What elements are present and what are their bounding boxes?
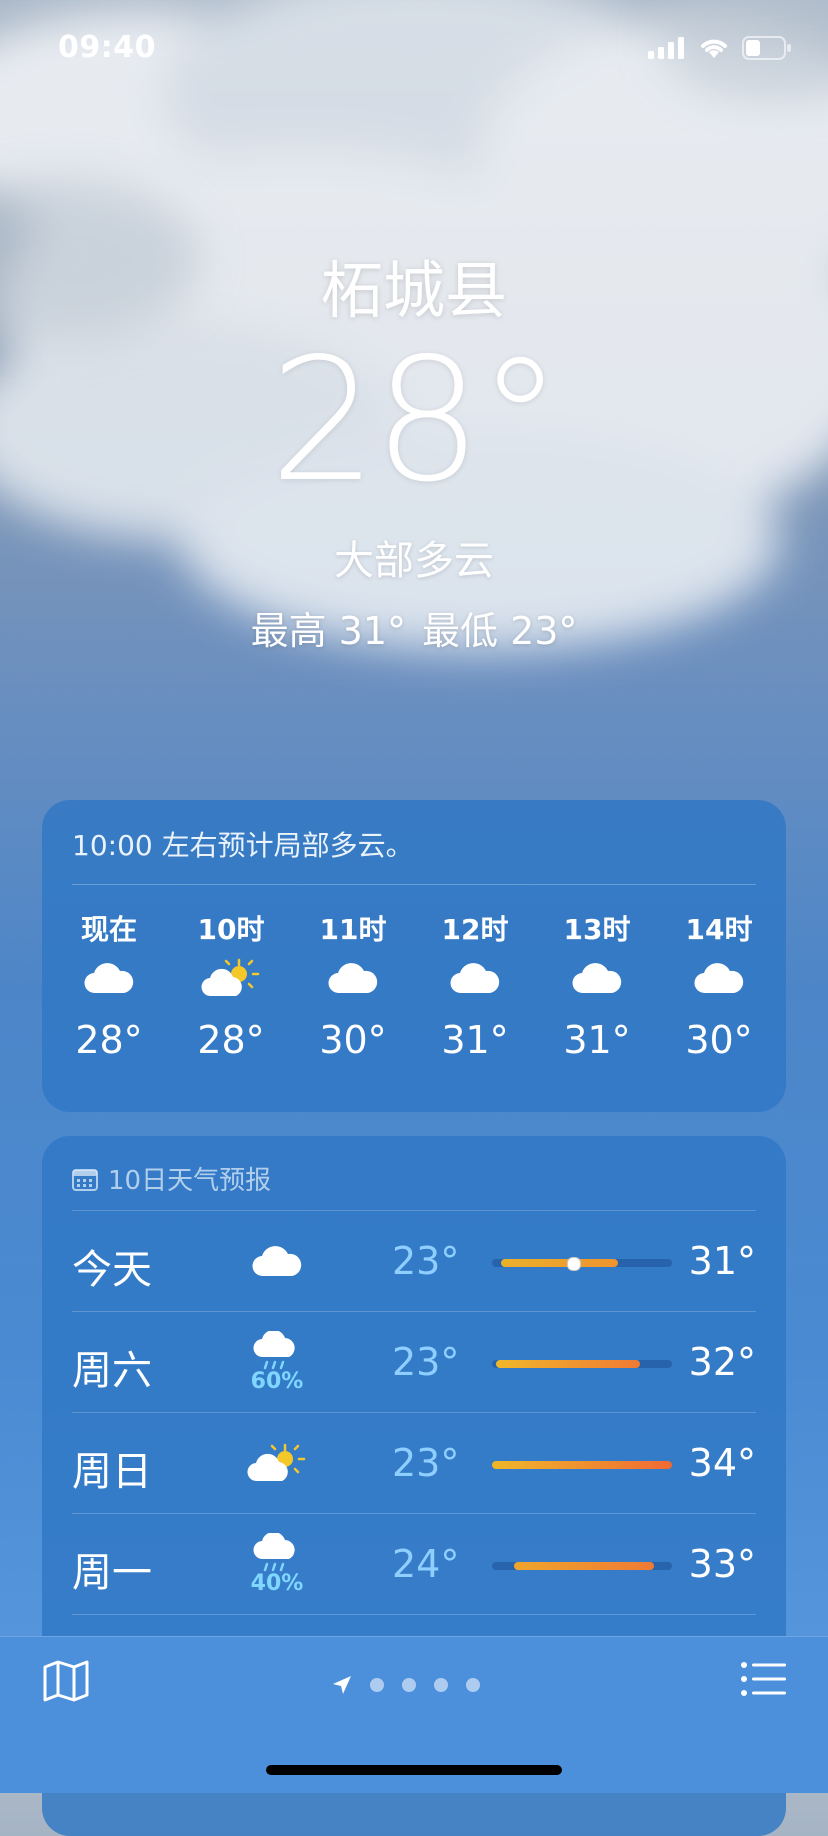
partly-sunny-icon <box>176 948 286 1008</box>
hour-label: 13时 <box>563 913 631 946</box>
status-bar: 09:40 <box>0 30 828 70</box>
day-high-temp: 33° <box>688 1542 756 1586</box>
hour-temp: 28° <box>75 1018 143 1062</box>
hour-label: 11时 <box>319 913 387 946</box>
home-indicator[interactable] <box>266 1765 562 1775</box>
divider <box>72 884 756 885</box>
partly-sunny-icon <box>242 1421 312 1505</box>
hour-temp: 31° <box>563 1018 631 1062</box>
cloud-icon <box>54 948 164 1008</box>
battery-icon <box>742 36 791 60</box>
day-low-temp: 24° <box>392 1542 460 1586</box>
temp-range-bar <box>492 1257 672 1271</box>
map-button[interactable] <box>42 1659 90 1707</box>
hour-label: 12时 <box>441 913 509 946</box>
daily-row[interactable]: 今天 23° 31° <box>72 1210 756 1311</box>
cloud-icon <box>542 948 652 1008</box>
day-low-temp: 23° <box>392 1340 460 1384</box>
status-time: 09:40 <box>58 30 156 65</box>
day-name: 周日 <box>72 1449 152 1495</box>
current-condition: 大部多云 <box>334 538 494 584</box>
hourly-list[interactable]: 现在 28° 10时 28° 11时 30° 12时 31° 13时 31° 14时 30° <box>42 908 786 1062</box>
hour-temp: 28° <box>197 1018 265 1062</box>
hourly-item: 11时 30° <box>298 908 408 1062</box>
daily-row[interactable]: 周一 40% 24° 33° <box>72 1513 756 1614</box>
day-low-temp: 23° <box>392 1239 460 1283</box>
current-weather: 柘城县 28° 大部多云 最高 31° 最低 23° <box>0 240 828 655</box>
hourly-item: 10时 28° <box>176 908 286 1062</box>
hourly-forecast-card[interactable]: 10:00 左右预计局部多云。 现在 28° 10时 28° 11时 30° 12时 31° 1… <box>42 800 786 1112</box>
day-low-temp: 23° <box>392 1441 460 1485</box>
city-list-button[interactable] <box>740 1659 786 1703</box>
hourly-item: 14时 30° <box>664 908 774 1062</box>
daily-forecast-title: 10日天气预报 <box>108 1166 272 1196</box>
day-name: 今天 <box>72 1247 152 1293</box>
cloud-icon <box>242 1219 312 1303</box>
cellular-signal-icon <box>648 37 684 59</box>
wifi-icon <box>701 39 727 58</box>
hour-temp: 30° <box>685 1018 753 1062</box>
page-dot[interactable] <box>466 1678 480 1692</box>
hourly-item: 13时 31° <box>542 908 652 1062</box>
high-temp: 最高 31° <box>250 609 406 653</box>
precip-chance: 40% <box>250 1570 304 1596</box>
location-arrow-icon <box>333 1676 351 1694</box>
cloud-icon <box>420 948 530 1008</box>
hour-temp: 30° <box>319 1018 387 1062</box>
list-icon <box>741 1662 786 1696</box>
page-indicator[interactable] <box>332 1675 480 1695</box>
hour-temp: 31° <box>441 1018 509 1062</box>
temp-range-bar <box>492 1360 672 1368</box>
temp-range-fill <box>501 1259 618 1267</box>
page-dot[interactable] <box>402 1678 416 1692</box>
day-high-temp: 34° <box>688 1441 756 1485</box>
current-temperature: 28° <box>269 322 562 520</box>
hour-label: 14时 <box>685 913 753 946</box>
rain-cloud-icon: 60% <box>242 1320 312 1404</box>
hourly-item: 12时 31° <box>420 908 530 1062</box>
daily-row[interactable]: 周日 23° 34° <box>72 1412 756 1513</box>
status-icons <box>648 36 792 60</box>
bottom-toolbar <box>0 1636 828 1793</box>
page-dot[interactable] <box>434 1678 448 1692</box>
map-icon <box>43 1660 89 1702</box>
rain-cloud-icon: 40% <box>242 1522 312 1606</box>
day-name: 周一 <box>72 1550 152 1596</box>
hour-label: 现在 <box>80 913 137 946</box>
temp-range-fill <box>496 1360 640 1368</box>
high-low-temps: 最高 31° 最低 23° <box>0 600 828 655</box>
low-temp: 最低 23° <box>422 609 578 653</box>
city-name: 柘城县 <box>320 254 507 327</box>
day-high-temp: 32° <box>688 1340 756 1384</box>
hourly-item: 现在 28° <box>54 908 164 1062</box>
cloud-icon <box>298 948 408 1008</box>
day-name: 周六 <box>72 1348 152 1394</box>
page-dot[interactable] <box>370 1678 384 1692</box>
temp-range-bar <box>492 1461 672 1469</box>
daily-row[interactable]: 周六 60% 23° 32° <box>72 1311 756 1412</box>
daily-forecast-header: 10日天气预报 <box>72 1160 271 1197</box>
temp-range-bar <box>492 1562 672 1570</box>
temp-range-fill <box>492 1461 672 1469</box>
hour-label: 10时 <box>197 913 265 946</box>
current-temp-marker <box>567 1257 581 1271</box>
calendar-icon <box>72 1168 98 1191</box>
day-high-temp: 31° <box>688 1239 756 1283</box>
temp-range-fill <box>514 1562 654 1570</box>
cloud-icon <box>664 948 774 1008</box>
hourly-summary: 10:00 左右预计局部多云。 <box>72 829 414 862</box>
precip-chance: 60% <box>250 1368 304 1394</box>
